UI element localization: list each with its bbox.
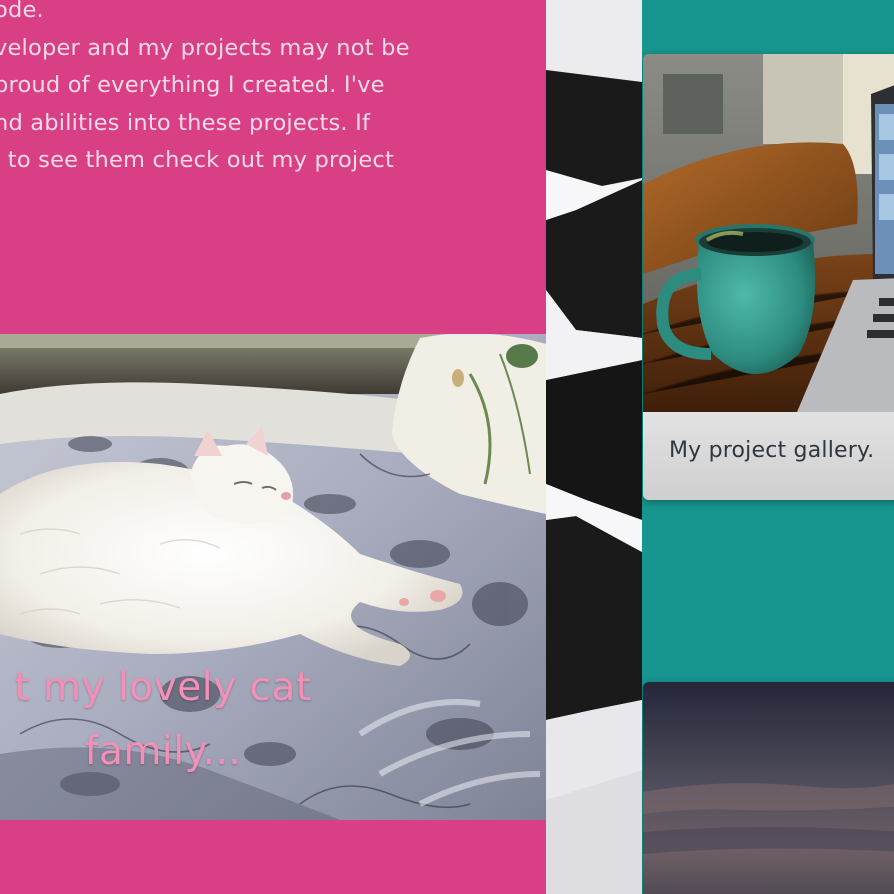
about-line: nd abilities into these projects. If xyxy=(0,109,371,136)
about-line: veloper and my projects may not be xyxy=(0,34,410,61)
about-line: ode. xyxy=(0,0,44,23)
gallery-caption: My project gallery. xyxy=(669,438,875,463)
gallery-caption-area: My project gallery. xyxy=(643,412,894,500)
page: ode. veloper and my projects may not be … xyxy=(0,0,894,894)
about-section: ode. veloper and my projects may not be … xyxy=(0,0,546,894)
background-strip xyxy=(546,0,642,894)
sky-project-card[interactable] xyxy=(643,682,894,894)
cat-caption-line: family... xyxy=(84,729,242,774)
mug-laptop-photo xyxy=(643,54,894,412)
cat-caption: t my lovely cat family... xyxy=(0,656,358,784)
cat-caption-line: t my lovely cat xyxy=(14,665,312,710)
dusk-sky-photo xyxy=(643,682,894,894)
about-paragraph: ode. veloper and my projects may not be … xyxy=(0,0,546,180)
gallery-section: My project gallery. xyxy=(642,0,894,894)
about-line: proud of everything I created. I've xyxy=(0,72,385,98)
zigzag-pattern xyxy=(546,0,642,894)
project-gallery-card[interactable]: My project gallery. xyxy=(643,54,894,500)
cat-family-link[interactable]: t my lovely cat family... xyxy=(0,334,546,820)
about-line: l to see them check out my project xyxy=(0,147,395,173)
